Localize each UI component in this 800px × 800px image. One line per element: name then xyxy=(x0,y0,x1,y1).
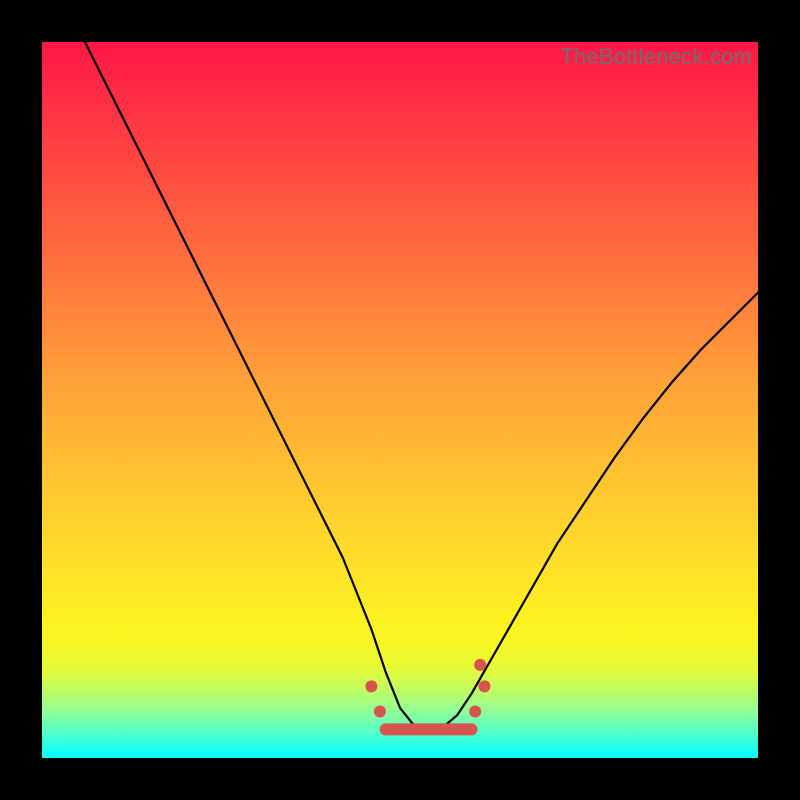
bottleneck-curve xyxy=(85,42,758,729)
plot-area: TheBottleneck.com xyxy=(42,42,758,758)
curve-svg xyxy=(42,42,758,758)
chart-frame: TheBottleneck.com xyxy=(0,0,800,800)
